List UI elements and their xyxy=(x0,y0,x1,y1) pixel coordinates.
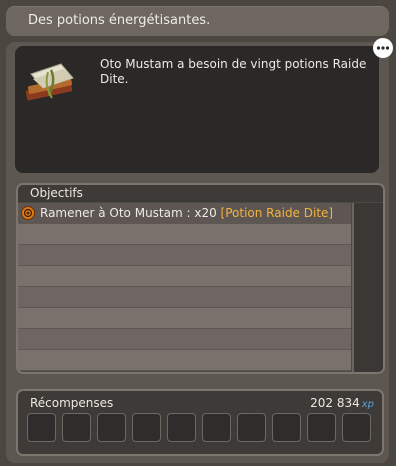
reward-slot[interactable] xyxy=(62,413,91,442)
objective-row-empty xyxy=(18,266,351,287)
quest-description-panel: Oto Mustam a besoin de vingt potions Rai… xyxy=(15,46,379,173)
objective-row-empty xyxy=(18,245,351,266)
rewards-label: Récompenses xyxy=(30,396,114,410)
objective-text: Ramener à Oto Mustam : x20 [Potion Raide… xyxy=(40,206,333,220)
objectives-scrollbar[interactable] xyxy=(352,203,383,372)
reward-slot[interactable] xyxy=(237,413,266,442)
reward-slot[interactable] xyxy=(342,413,371,442)
objective-row-empty xyxy=(18,350,351,371)
objectives-label: Objectifs xyxy=(30,186,83,200)
objective-row-empty xyxy=(18,329,351,350)
orange-quest-icon xyxy=(21,206,35,220)
reward-slot[interactable] xyxy=(272,413,301,442)
reward-slot[interactable] xyxy=(132,413,161,442)
xp-unit: xp xyxy=(361,399,374,410)
reward-slot[interactable] xyxy=(97,413,126,442)
objectives-header: Objectifs xyxy=(18,185,383,202)
reward-slot[interactable] xyxy=(202,413,231,442)
quest-description: Oto Mustam a besoin de vingt potions Rai… xyxy=(100,57,367,86)
xp-reward: 202 834 xp xyxy=(310,396,374,410)
reward-slot[interactable] xyxy=(27,413,56,442)
objective-description: Ramener à Oto Mustam : x20 xyxy=(40,206,217,220)
objectives-panel: Objectifs Ramener à Oto Mustam : x20 [Po… xyxy=(16,183,385,374)
xp-value: 202 834 xyxy=(310,396,360,410)
quest-title: Des potions énergétisantes. xyxy=(28,13,211,28)
objective-row[interactable]: Ramener à Oto Mustam : x20 [Potion Raide… xyxy=(18,203,351,224)
objectives-list: Ramener à Oto Mustam : x20 [Potion Raide… xyxy=(18,203,351,371)
objective-item-link[interactable]: [Potion Raide Dite] xyxy=(221,206,334,220)
reward-slot[interactable] xyxy=(307,413,336,442)
objective-row-empty xyxy=(18,287,351,308)
objective-row-empty xyxy=(18,308,351,329)
rewards-panel: Récompenses 202 834 xp xyxy=(16,389,384,456)
quest-title-bar: Des potions énergétisantes. xyxy=(6,6,389,36)
reward-slot[interactable] xyxy=(167,413,196,442)
speech-bubble-icon[interactable] xyxy=(372,37,394,59)
objective-row-empty xyxy=(18,224,351,245)
book-scroll-icon xyxy=(25,63,74,101)
